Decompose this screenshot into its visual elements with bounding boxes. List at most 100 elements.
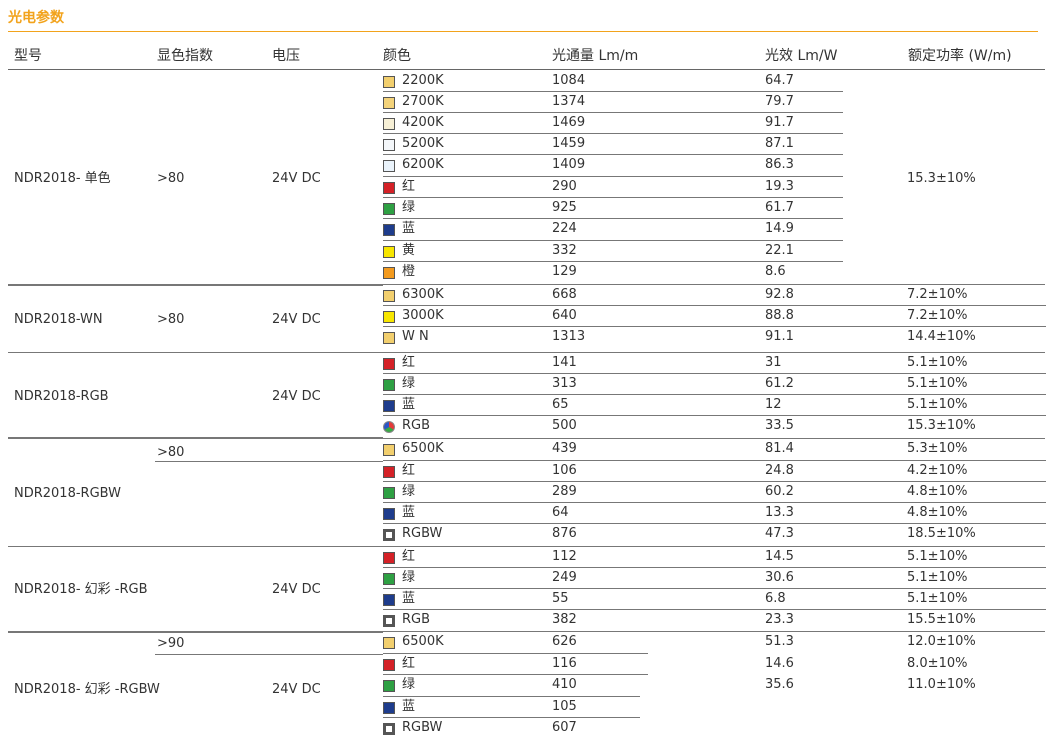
power-value: 18.5±10% — [907, 526, 976, 541]
efficacy-value: 88.8 — [765, 308, 794, 323]
efficacy-value: 61.2 — [765, 376, 794, 391]
color-swatch-icon — [383, 182, 395, 194]
lumen-value: 1313 — [552, 329, 586, 344]
row-divider — [383, 197, 843, 198]
header-color: 颜色 — [383, 48, 411, 64]
lumen-value: 640 — [552, 308, 577, 323]
color-label: 绿 — [402, 677, 416, 692]
color-label: RGB — [402, 612, 431, 627]
row-divider — [383, 523, 1046, 524]
power-value: 7.2±10% — [907, 287, 968, 302]
cri-value: >80 — [157, 312, 185, 327]
lumen-value: 607 — [552, 720, 577, 735]
color-label: 红 — [402, 463, 416, 478]
row-divider — [8, 352, 1045, 353]
color-label: 绿 — [402, 376, 416, 391]
efficacy-value: 8.6 — [765, 264, 786, 279]
power-value: 5.3±10% — [907, 441, 968, 456]
row-divider — [383, 373, 1046, 374]
efficacy-value: 12 — [765, 397, 782, 412]
voltage-value: 24V DC — [272, 582, 321, 597]
row-divider — [8, 438, 1045, 439]
color-swatch-icon — [383, 246, 395, 258]
efficacy-value: 60.2 — [765, 484, 794, 499]
efficacy-value: 91.7 — [765, 115, 794, 130]
lumen-value: 626 — [552, 634, 577, 649]
power-value: 5.1±10% — [907, 376, 968, 391]
color-swatch-icon — [383, 97, 395, 109]
color-label: 蓝 — [402, 397, 416, 412]
row-divider — [155, 654, 383, 655]
lumen-value: 439 — [552, 441, 577, 456]
lumen-value: 410 — [552, 677, 577, 692]
row-divider — [383, 717, 648, 718]
efficacy-value: 51.3 — [765, 634, 794, 649]
efficacy-value: 61.7 — [765, 200, 794, 215]
row-divider — [155, 461, 383, 462]
color-label: 黄 — [402, 243, 416, 258]
color-swatch-icon — [383, 290, 395, 302]
row-divider — [383, 653, 648, 654]
efficacy-value: 19.3 — [765, 179, 794, 194]
efficacy-value: 6.8 — [765, 591, 786, 606]
lumen-value: 65 — [552, 397, 569, 412]
lumen-value: 105 — [552, 699, 577, 714]
color-swatch-icon — [383, 487, 395, 499]
color-swatch-icon — [383, 332, 395, 344]
model-name: NDR2018- 幻彩 -RGBW — [14, 682, 160, 697]
lumen-value: 116 — [552, 656, 577, 671]
lumen-value: 289 — [552, 484, 577, 499]
model-name: NDR2018-RGB — [14, 389, 109, 404]
model-name: NDR2018- 单色 — [14, 171, 111, 186]
color-label: 蓝 — [402, 505, 416, 520]
voltage-value: 24V DC — [272, 312, 321, 327]
header-cri: 显色指数 — [157, 48, 213, 64]
efficacy-value: 22.1 — [765, 243, 794, 258]
row-divider — [383, 218, 843, 219]
color-label: 绿 — [402, 484, 416, 499]
row-divider — [8, 284, 1045, 285]
efficacy-value: 91.1 — [765, 329, 794, 344]
color-label: 6500K — [402, 441, 444, 456]
header-lumen: 光通量 Lm/m — [552, 48, 639, 64]
row-divider — [383, 674, 648, 675]
power-value: 15.5±10% — [907, 612, 976, 627]
lumen-value: 1374 — [552, 94, 586, 109]
color-swatch-icon — [383, 615, 395, 627]
lumen-value: 1409 — [552, 157, 586, 172]
color-label: 橙 — [402, 264, 416, 279]
color-label: 蓝 — [402, 699, 416, 714]
voltage-value: 24V DC — [272, 389, 321, 404]
efficacy-value: 31 — [765, 355, 782, 370]
color-swatch-icon — [383, 160, 395, 172]
lumen-value: 925 — [552, 200, 577, 215]
lumen-value: 224 — [552, 221, 577, 236]
row-divider — [383, 91, 843, 92]
lumen-value: 668 — [552, 287, 577, 302]
lumen-value: 1084 — [552, 73, 586, 88]
row-divider — [8, 632, 383, 633]
row-divider — [8, 631, 1045, 632]
color-label: 3000K — [402, 308, 444, 323]
color-swatch-icon — [383, 267, 395, 279]
power-value: 5.1±10% — [907, 570, 968, 585]
header-power: 额定功率 (W/m) — [908, 48, 1012, 64]
lumen-value: 112 — [552, 549, 577, 564]
color-label: 2700K — [402, 94, 444, 109]
lumen-value: 106 — [552, 463, 577, 478]
row-divider — [383, 394, 1046, 395]
lumen-value: 332 — [552, 243, 577, 258]
efficacy-value: 33.5 — [765, 418, 794, 433]
color-swatch-icon — [383, 508, 395, 520]
cri-value: >80 — [157, 171, 185, 186]
lumen-value: 129 — [552, 264, 577, 279]
color-swatch-icon — [383, 358, 395, 370]
power-value: 4.8±10% — [907, 505, 968, 520]
power-value: 5.1±10% — [907, 591, 968, 606]
header-efficacy: 光效 Lm/W — [765, 48, 838, 64]
color-label: 绿 — [402, 200, 416, 215]
color-swatch-icon — [383, 118, 395, 130]
cri-value: >90 — [157, 636, 185, 651]
row-divider — [383, 609, 1046, 610]
lumen-value: 64 — [552, 505, 569, 520]
